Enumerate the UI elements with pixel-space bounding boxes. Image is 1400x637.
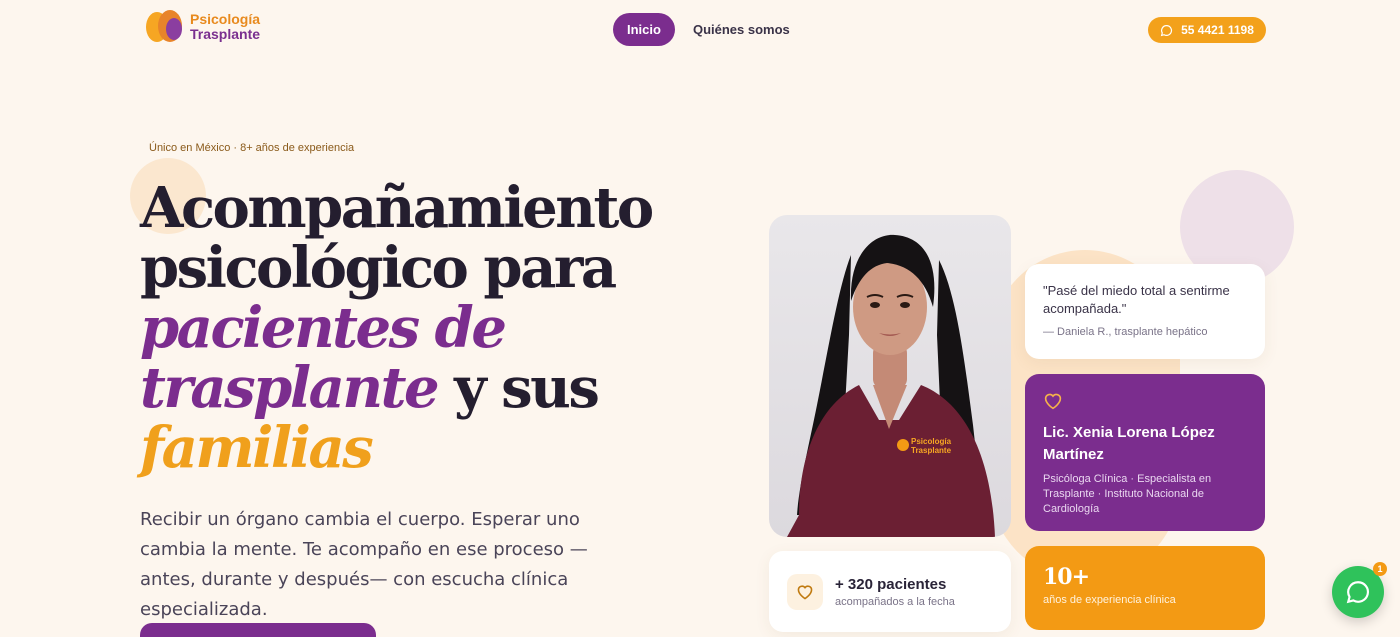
phone-button[interactable]: 55 4421 1198 — [1148, 17, 1266, 43]
years-value: 10+ — [1043, 564, 1090, 590]
psychologist-portrait: Psicología Trasplante — [769, 215, 1011, 537]
chat-bubble-icon — [1346, 581, 1370, 604]
profile-name: Lic. Xenia Lorena López Martínez — [1043, 424, 1215, 463]
hero-lead: Recibir un órgano cambia el cuerpo. Espe… — [140, 509, 588, 620]
headline-line-4-emphasis: trasplante — [140, 355, 440, 421]
nav-item-quienes-somos[interactable]: Quiénes somos — [693, 22, 790, 37]
scrubs-logo-text-2: Trasplante — [911, 446, 952, 455]
heart-badge — [787, 573, 823, 610]
phone-number: 55 4421 1198 — [1181, 23, 1254, 37]
logo-line-1: Psicología — [190, 11, 261, 27]
logo-line-2: Trasplante — [190, 26, 261, 42]
profile-card: Lic. Xenia Lorena López Martínez Psicólo… — [1025, 374, 1265, 531]
hero-eyebrow: Único en México · 8+ años de experiencia — [149, 142, 355, 154]
site-logo[interactable]: Psicología Trasplante — [146, 8, 260, 46]
years-stat-card: 10+ años de experiencia clínica — [1025, 546, 1265, 630]
headline-line-1: Acompañamiento — [140, 175, 654, 241]
heart-icon — [797, 584, 813, 599]
heart-icon — [1044, 393, 1062, 410]
scrubs-logo-text-1: Psicología — [911, 437, 952, 446]
testimonial-quote: "Pasé del miedo total a sentirme acompañ… — [1043, 283, 1230, 316]
headline-line-4-rest: y sus — [437, 355, 600, 421]
brain-logo-icon — [146, 8, 186, 46]
patients-stat-card: + 320 pacientes acompañados a la fecha — [769, 551, 1011, 632]
hero-headline: Acompañamiento psicológico para paciente… — [140, 175, 654, 481]
profile-role: Psicóloga Clínica · Especialista en Tras… — [1043, 473, 1212, 515]
patients-count: + 320 pacientes — [835, 575, 947, 593]
hero-cta-button[interactable] — [140, 623, 376, 637]
main-nav: Inicio Quiénes somos — [613, 13, 790, 46]
nav-item-inicio[interactable]: Inicio — [613, 13, 675, 46]
notification-badge: 1 — [1373, 562, 1387, 576]
headline-line-5: familias — [140, 415, 374, 481]
testimonial-author: — Daniela R., trasplante hepático — [1043, 326, 1208, 338]
portrait-illustration: Psicología Trasplante — [787, 234, 995, 537]
headline-line-2: psicológico para — [140, 235, 617, 301]
years-label: años de experiencia clínica — [1043, 594, 1176, 606]
logo-wordmark: Psicología Trasplante — [190, 12, 260, 42]
chat-bubble-icon — [1160, 24, 1173, 36]
headline-line-3: pacientes de — [140, 295, 507, 361]
testimonial-card: "Pasé del miedo total a sentirme acompañ… — [1025, 264, 1265, 359]
patients-label: acompañados a la fecha — [835, 595, 955, 608]
